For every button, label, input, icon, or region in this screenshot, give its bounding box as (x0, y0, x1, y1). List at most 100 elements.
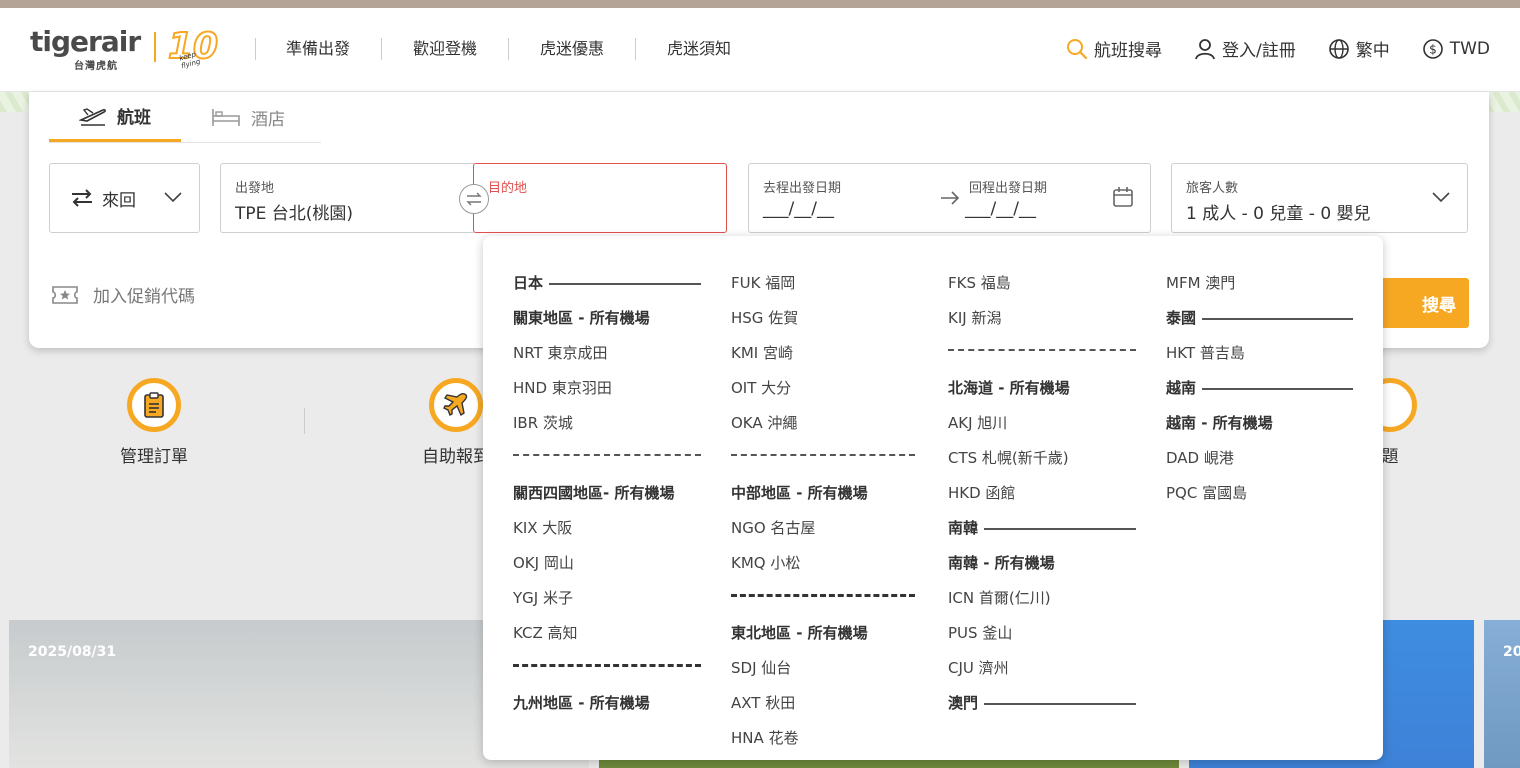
origin-field[interactable]: 出發地 TPE 台北(桃園) (220, 163, 474, 233)
airport-option[interactable]: HSG 佐賀 (731, 307, 915, 342)
flight-search-label: 航班搜尋 (1093, 41, 1162, 61)
airport-option[interactable]: FKS 福島 (948, 272, 1136, 307)
airport-option[interactable]: IBR 茨城 (513, 412, 701, 447)
airport-option[interactable]: PQC 富國島 (1166, 482, 1353, 517)
airport-option[interactable]: SDJ 仙台 (731, 657, 915, 692)
airport-option[interactable]: FUK 福岡 (731, 272, 915, 307)
airport-option[interactable]: OIT 大分 (731, 377, 915, 412)
region-all-airports[interactable]: 北海道 - 所有機場 (948, 377, 1136, 412)
airport-option[interactable]: CTS 札幌(新千歲) (948, 447, 1136, 482)
origin-label: 出發地 (235, 181, 275, 196)
airport-option[interactable]: DAD 峴港 (1166, 447, 1353, 482)
region-all-airports[interactable]: 東北地區 - 所有機場 (731, 622, 915, 657)
airport-option[interactable]: ICN 首爾(仁川) (948, 587, 1136, 622)
region-all-airports[interactable]: 關西四國地區- 所有機場 (513, 482, 701, 517)
trip-type-select[interactable]: 來回 (49, 163, 200, 233)
airport-option[interactable]: CJU 濟州 (948, 657, 1136, 692)
airport-option[interactable]: KMI 宮崎 (731, 342, 915, 377)
country-heading: 泰國 (1166, 307, 1353, 342)
group-divider (731, 587, 915, 622)
airport-option[interactable]: MFM 澳門 (1166, 272, 1353, 307)
airport-option[interactable]: KIJ 新潟 (948, 307, 1136, 342)
nav-item-boarding[interactable]: 歡迎登機 (381, 38, 508, 60)
plane-takeoff-icon (79, 107, 106, 126)
header-tools: 航班搜尋 登入/註冊 繁中 $ TWD (1066, 36, 1490, 61)
quick-link-label: 自助報到 (422, 447, 490, 467)
group-divider (731, 447, 915, 482)
nav-item-notice[interactable]: 虎迷須知 (635, 38, 731, 60)
language-selector[interactable]: 繁中 (1328, 36, 1390, 61)
airport-option[interactable]: NGO 名古屋 (731, 517, 915, 552)
main-nav: 準備出發 歡迎登機 虎迷優惠 虎迷須知 (255, 38, 731, 60)
airport-option[interactable]: NRT 東京成田 (513, 342, 701, 377)
airport-option[interactable]: OKJ 岡山 (513, 552, 701, 587)
booking-tabs: 航班 酒店 (49, 92, 321, 143)
destination-field[interactable]: 目的地 (473, 163, 727, 233)
quick-link-manage-booking[interactable]: 管理訂單 (74, 378, 234, 467)
nav-item-prepare[interactable]: 準備出發 (255, 38, 381, 60)
country-heading-label: 澳門 (948, 694, 979, 712)
region-all-airports[interactable]: 中部地區 - 所有機場 (731, 482, 915, 517)
destination-column: 日本 關東地區 - 所有機場 NRT 東京成田 HND 東京羽田 IBR 茨城 關西四國地… (513, 272, 701, 727)
nav-item-offers[interactable]: 虎迷優惠 (508, 38, 635, 60)
site-header: tigerair 台灣虎航 10 keep flying 準備出發 歡迎登機 虎… (0, 8, 1520, 92)
airport-option[interactable]: OKA 沖繩 (731, 412, 915, 447)
quick-link-divider (304, 408, 305, 434)
origin-value: TPE 台北(桃園) (235, 204, 354, 224)
airport-option[interactable]: PUS 釜山 (948, 622, 1136, 657)
airplane-icon (429, 378, 483, 432)
destination-column: FUK 福岡 HSG 佐賀 KMI 宮崎 OIT 大分 OKA 沖繩 中部地區 - 所有機… (731, 272, 915, 762)
airport-option[interactable]: YGJ 米子 (513, 587, 701, 622)
currency-selector[interactable]: $ TWD (1422, 38, 1490, 60)
heading-rule (984, 703, 1136, 705)
swap-locations-button[interactable] (459, 184, 489, 214)
globe-icon (1328, 38, 1349, 59)
promo-tile[interactable]: 20 (1484, 620, 1520, 768)
airport-option[interactable]: KIX 大阪 (513, 517, 701, 552)
airport-option[interactable]: HNA 花卷 (731, 727, 915, 762)
dollar-icon: $ (1422, 38, 1443, 59)
airport-option[interactable]: KCZ 高知 (513, 622, 701, 657)
swap-arrows-icon (72, 189, 92, 207)
airport-option[interactable]: AKJ 旭川 (948, 412, 1136, 447)
tab-flight[interactable]: 航班 (49, 92, 181, 142)
country-heading-label: 南韓 (948, 519, 979, 537)
region-all-airports[interactable]: 關東地區 - 所有機場 (513, 307, 701, 342)
passengers-field[interactable]: 旅客人數 1 成人 - 0 兒童 - 0 嬰兒 (1171, 163, 1468, 233)
promo-code-label: 加入促銷代碼 (93, 287, 195, 307)
country-heading: 日本 (513, 272, 701, 307)
airport-option[interactable]: HND 東京羽田 (513, 377, 701, 412)
airport-option[interactable]: AXT 秋田 (731, 692, 915, 727)
passengers-value: 1 成人 - 0 兒童 - 0 嬰兒 (1186, 204, 1371, 224)
tigerair-logo[interactable]: tigerair 台灣虎航 10 keep flying (30, 25, 219, 74)
airport-option[interactable]: HKT 普吉島 (1166, 342, 1353, 377)
region-all-airports[interactable]: 南韓 - 所有機場 (948, 552, 1136, 587)
search-button[interactable]: 搜尋 (1369, 278, 1469, 328)
promo-code-link[interactable]: 加入促銷代碼 (51, 282, 195, 307)
flight-search-link[interactable]: 航班搜尋 (1066, 36, 1162, 61)
login-label: 登入/註冊 (1221, 41, 1296, 61)
login-link[interactable]: 登入/註冊 (1194, 36, 1296, 61)
airport-option[interactable]: KMQ 小松 (731, 552, 915, 587)
heading-rule (1202, 388, 1353, 390)
country-heading: 越南 (1166, 377, 1353, 412)
user-icon (1195, 38, 1215, 59)
region-all-airports[interactable]: 九州地區 - 所有機場 (513, 692, 701, 727)
tab-hotel-label: 酒店 (251, 109, 285, 130)
logo-subtitle: 台灣虎航 (74, 61, 118, 72)
date-field[interactable]: 去程出發日期 ___/__/__ 回程出發日期 ___/__/__ (748, 163, 1151, 233)
arrow-right-icon (941, 191, 960, 205)
logo-separator (154, 32, 156, 62)
tab-hotel[interactable]: 酒店 (181, 92, 315, 142)
destination-dropdown: 日本 關東地區 - 所有機場 NRT 東京成田 HND 東京羽田 IBR 茨城 關西四國地… (483, 236, 1383, 760)
bed-icon (212, 109, 240, 126)
depart-date-value: ___/__/__ (763, 199, 834, 219)
heading-rule (1202, 318, 1353, 320)
heading-rule (984, 528, 1136, 530)
clipboard-icon (127, 378, 181, 432)
swap-icon (466, 192, 482, 206)
airport-option[interactable]: HKD 函館 (948, 482, 1136, 517)
country-heading: 澳門 (948, 692, 1136, 727)
chevron-down-icon (164, 192, 182, 203)
region-all-airports[interactable]: 越南 - 所有機場 (1166, 412, 1353, 447)
